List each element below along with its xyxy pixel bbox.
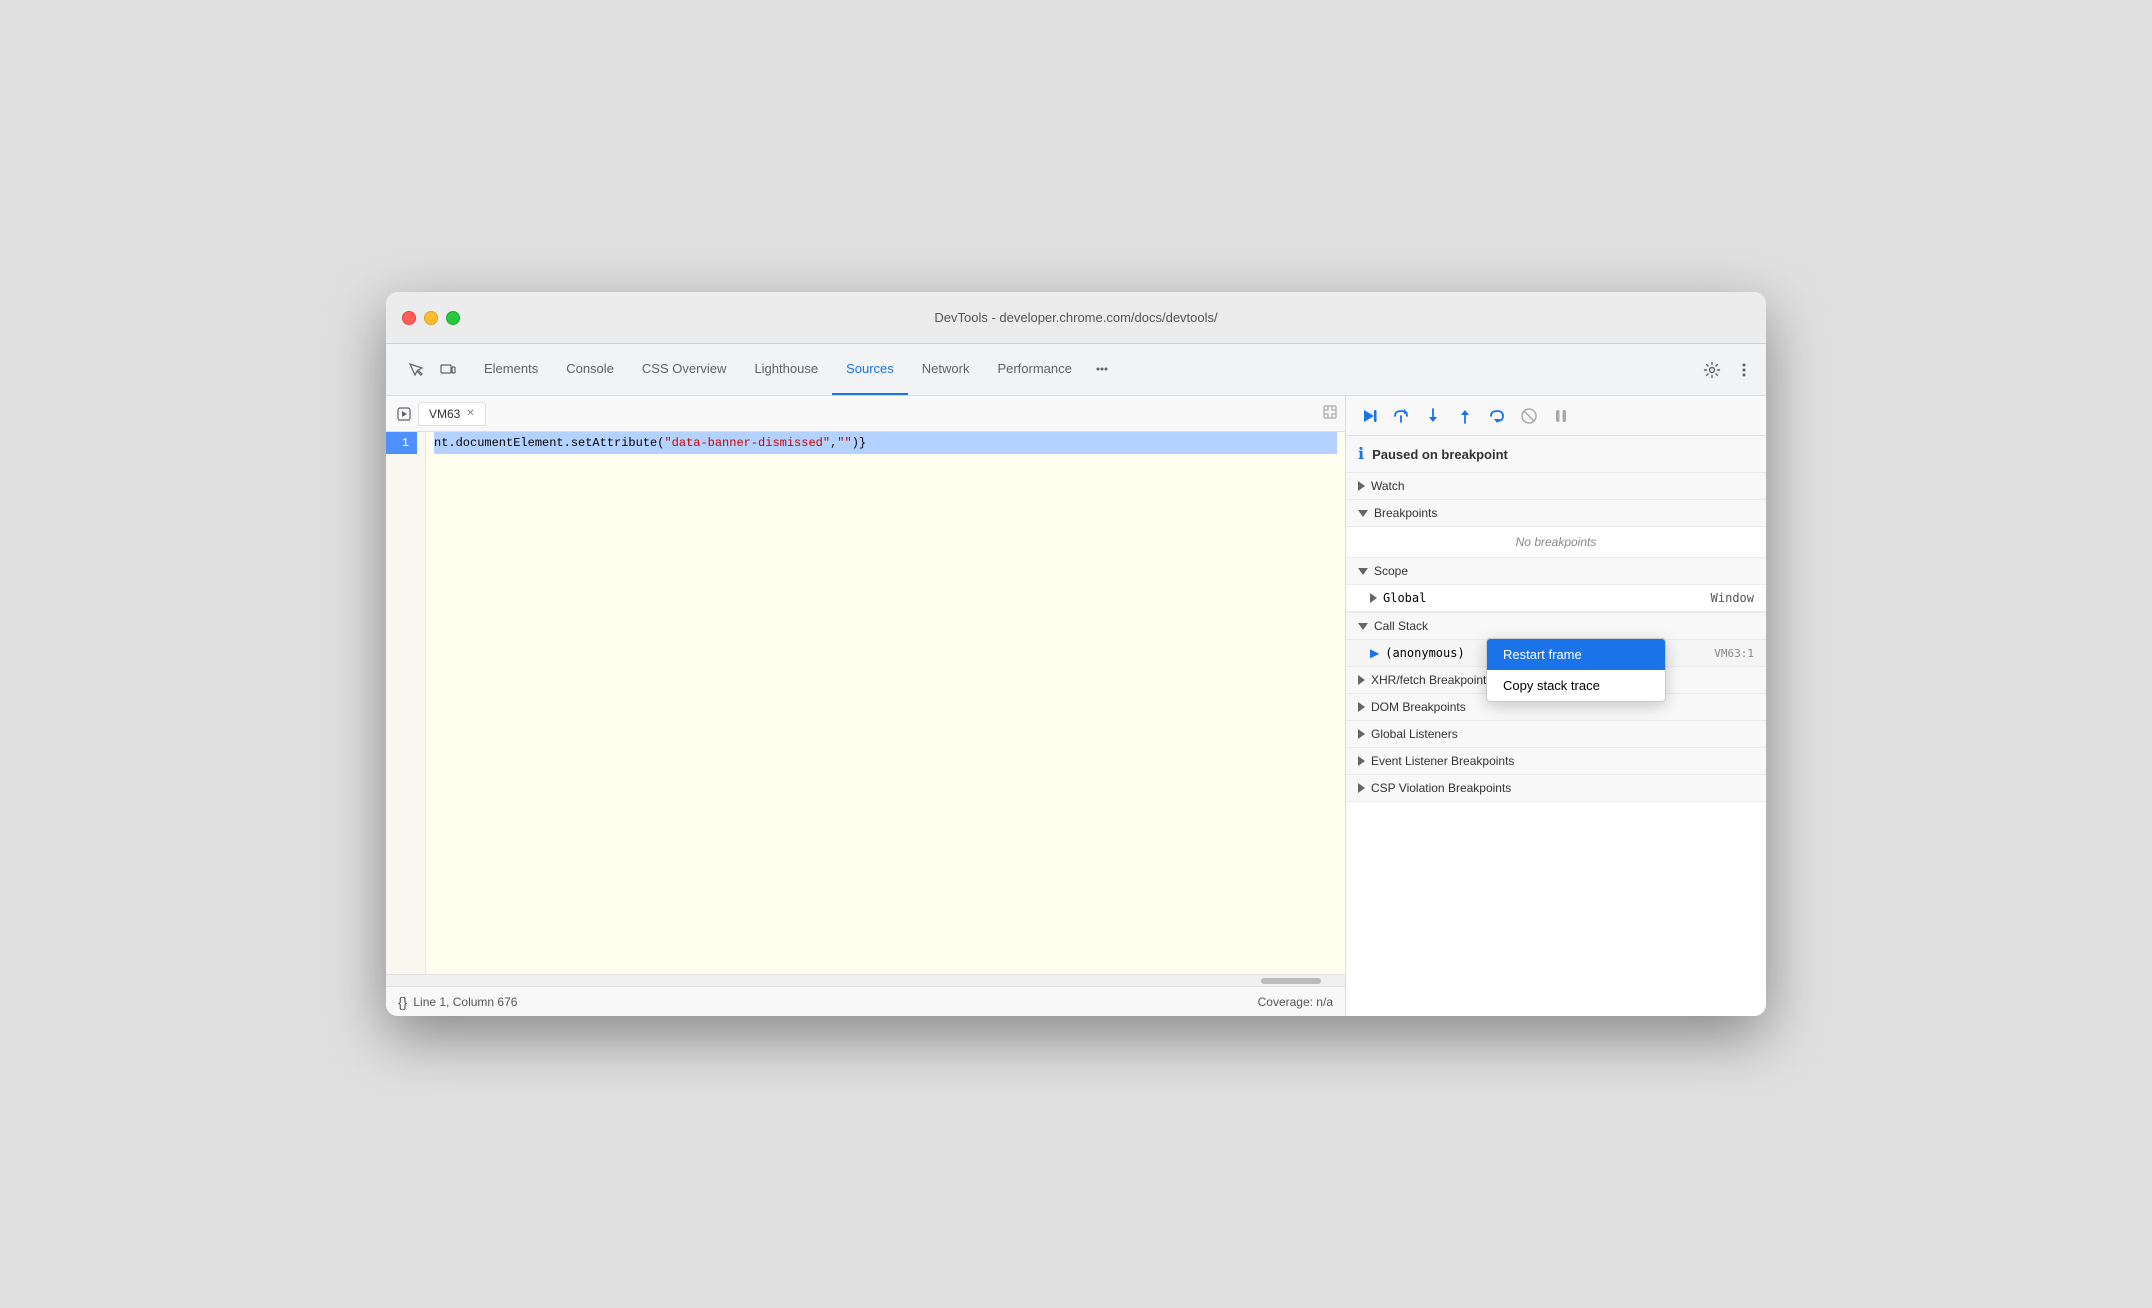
- tab-network[interactable]: Network: [908, 344, 984, 395]
- file-tab-label: VM63: [429, 407, 460, 421]
- csp-violation-section-header[interactable]: CSP Violation Breakpoints: [1346, 775, 1766, 802]
- tab-css-overview[interactable]: CSS Overview: [628, 344, 741, 395]
- scope-global-row: Global Window: [1346, 585, 1766, 613]
- close-button[interactable]: [402, 311, 416, 325]
- scope-global[interactable]: Global Window: [1346, 585, 1766, 612]
- call-stack-location: VM63:1: [1714, 647, 1754, 660]
- breakpoints-label: Breakpoints: [1374, 506, 1437, 520]
- global-expand-icon: [1370, 593, 1377, 603]
- no-breakpoints-message: No breakpoints: [1346, 527, 1766, 558]
- xhr-breakpoints-label: XHR/fetch Breakpoints: [1371, 673, 1492, 687]
- tab-console[interactable]: Console: [552, 344, 628, 395]
- tabs-right-actions: [1698, 344, 1758, 395]
- resume-button[interactable]: [1354, 401, 1384, 431]
- line-numbers: 1: [386, 432, 426, 974]
- titlebar: DevTools - developer.chrome.com/docs/dev…: [386, 292, 1766, 344]
- tab-elements[interactable]: Elements: [470, 344, 552, 395]
- code-tabs-bar: VM63 ✕: [386, 396, 1345, 432]
- call-stack-items: ▶ (anonymous) VM63:1 Restart frame Copy …: [1346, 640, 1766, 667]
- deactivate-breakpoints-button[interactable]: [1514, 401, 1544, 431]
- code-content[interactable]: 1 nt.documentElement.setAttribute("data-…: [386, 432, 1345, 974]
- scope-label: Scope: [1374, 564, 1408, 578]
- file-tab-close[interactable]: ✕: [466, 408, 474, 419]
- source-panel: VM63 ✕ 1 nt.documentElement.setAtt: [386, 396, 1766, 1016]
- watch-label: Watch: [1371, 479, 1405, 493]
- pause-label: Paused on breakpoint: [1372, 447, 1508, 462]
- horizontal-scrollbar[interactable]: [386, 974, 1345, 986]
- call-stack-section-header[interactable]: Call Stack: [1346, 613, 1766, 640]
- event-listener-toggle-icon: [1358, 756, 1365, 766]
- code-line-1: nt.documentElement.setAttribute("data-ba…: [434, 432, 1337, 454]
- code-editor: VM63 ✕ 1 nt.documentElement.setAtt: [386, 396, 1346, 1016]
- code-statusbar: {} Line 1, Column 676 Coverage: n/a: [386, 986, 1345, 1016]
- info-icon: ℹ: [1358, 444, 1364, 464]
- devtools-tabs-bar: Elements Console CSS Overview Lighthouse…: [386, 344, 1766, 396]
- global-value: Window: [1711, 591, 1754, 605]
- code-lines[interactable]: nt.documentElement.setAttribute("data-ba…: [426, 432, 1345, 974]
- watch-toggle-icon: [1358, 481, 1365, 491]
- minimize-button[interactable]: [424, 311, 438, 325]
- tab-sources[interactable]: Sources: [832, 344, 908, 395]
- tab-performance[interactable]: Performance: [983, 344, 1085, 395]
- global-listeners-toggle-icon: [1358, 729, 1365, 739]
- global-listeners-section-header[interactable]: Global Listeners: [1346, 721, 1766, 748]
- global-label: Global: [1383, 591, 1705, 605]
- coverage-status: Coverage: n/a: [1258, 995, 1333, 1009]
- left-toolbar: [394, 344, 470, 395]
- dom-breakpoints-label: DOM Breakpoints: [1371, 700, 1466, 714]
- watch-section-header[interactable]: Watch: [1346, 473, 1766, 500]
- file-tab-vm63[interactable]: VM63 ✕: [418, 402, 486, 426]
- cursor-position: Line 1, Column 676: [413, 995, 517, 1009]
- device-toolbar-icon[interactable]: [434, 356, 462, 384]
- window-title: DevTools - developer.chrome.com/docs/dev…: [934, 310, 1217, 325]
- csp-violation-label: CSP Violation Breakpoints: [1371, 781, 1511, 795]
- more-tabs-button[interactable]: [1086, 344, 1118, 395]
- dom-toggle-icon: [1358, 702, 1365, 712]
- line-number-1: 1: [386, 432, 417, 454]
- debugger-toolbar: [1346, 396, 1766, 436]
- debugger-panel: ℹ Paused on breakpoint Watch Breakpoints…: [1346, 396, 1766, 1016]
- run-script-icon[interactable]: [394, 404, 414, 424]
- restart-frame-menu-item[interactable]: Restart frame: [1487, 639, 1665, 670]
- format-icon[interactable]: {}: [398, 994, 407, 1010]
- step-into-button[interactable]: [1418, 401, 1448, 431]
- scope-section-header[interactable]: Scope: [1346, 558, 1766, 585]
- step-out-button[interactable]: [1450, 401, 1480, 431]
- step-over-button[interactable]: [1386, 401, 1416, 431]
- tab-lighthouse[interactable]: Lighthouse: [740, 344, 832, 395]
- call-stack-label: Call Stack: [1374, 619, 1428, 633]
- event-listener-section-header[interactable]: Event Listener Breakpoints: [1346, 748, 1766, 775]
- context-menu: Restart frame Copy stack trace: [1486, 638, 1666, 702]
- scrollbar-thumb[interactable]: [1261, 978, 1321, 984]
- pause-on-exceptions-button[interactable]: [1546, 401, 1576, 431]
- copy-stack-trace-menu-item[interactable]: Copy stack trace: [1487, 670, 1665, 701]
- inspect-icon[interactable]: [402, 356, 430, 384]
- call-stack-arrow-icon: ▶: [1370, 646, 1379, 660]
- step-button[interactable]: [1482, 401, 1512, 431]
- maximize-button[interactable]: [446, 311, 460, 325]
- event-listener-label: Event Listener Breakpoints: [1371, 754, 1514, 768]
- settings-icon[interactable]: [1698, 356, 1726, 384]
- expand-editor-icon[interactable]: [1323, 405, 1337, 422]
- pause-status: ℹ Paused on breakpoint: [1346, 436, 1766, 473]
- devtools-window: DevTools - developer.chrome.com/docs/dev…: [386, 292, 1766, 1016]
- more-options-icon[interactable]: [1730, 356, 1758, 384]
- statusbar-left: {} Line 1, Column 676: [398, 994, 517, 1010]
- scope-toggle-icon: [1358, 568, 1368, 575]
- global-listeners-label: Global Listeners: [1371, 727, 1458, 741]
- breakpoints-toggle-icon: [1358, 510, 1368, 517]
- xhr-toggle-icon: [1358, 675, 1365, 685]
- call-stack-toggle-icon: [1358, 623, 1368, 630]
- csp-toggle-icon: [1358, 783, 1365, 793]
- breakpoints-section-header[interactable]: Breakpoints: [1346, 500, 1766, 527]
- traffic-lights: [402, 311, 460, 325]
